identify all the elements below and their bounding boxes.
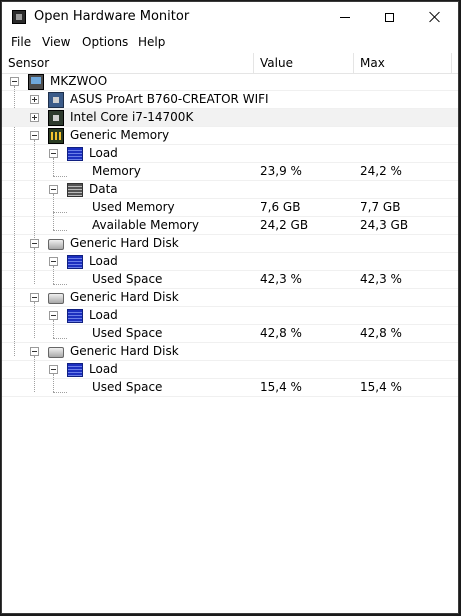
minimize-icon <box>339 16 350 18</box>
tree-node-memory-load[interactable]: Load <box>2 145 458 163</box>
sensor-row[interactable]: Memory 23,9 % 24,2 % <box>2 163 458 181</box>
menu-bar: File View Options Help <box>2 33 458 53</box>
tree-node-disk-load[interactable]: Load <box>2 307 458 325</box>
cpu-icon <box>48 110 64 126</box>
tree-node-computer[interactable]: MKZWOO <box>2 73 458 91</box>
node-label: Load <box>89 146 118 160</box>
hard-disk-icon <box>48 347 64 358</box>
column-sensor[interactable]: Sensor <box>2 53 254 73</box>
close-icon <box>429 11 441 23</box>
collapse-icon[interactable] <box>49 311 58 320</box>
sensor-row[interactable]: Used Space 42,3 % 42,3 % <box>2 271 458 289</box>
sensor-name: Used Memory <box>92 200 175 214</box>
collapse-icon[interactable] <box>30 293 39 302</box>
sensor-max: 24,3 GB <box>360 218 409 232</box>
sensor-row[interactable]: Used Space 42,8 % 42,8 % <box>2 325 458 343</box>
collapse-icon[interactable] <box>30 131 39 140</box>
hard-disk-icon <box>48 239 64 250</box>
tree-node-mainboard[interactable]: ASUS ProArt B760-CREATOR WIFI <box>2 91 458 109</box>
sensor-max: 24,2 % <box>360 164 402 178</box>
column-value[interactable]: Value <box>254 53 354 73</box>
hard-disk-icon <box>48 293 64 304</box>
computer-icon <box>28 74 44 90</box>
maximize-icon <box>385 12 394 22</box>
sensor-max: 42,8 % <box>360 326 402 340</box>
load-icon <box>67 309 83 323</box>
expand-icon[interactable] <box>30 113 39 122</box>
node-label: Generic Hard Disk <box>70 344 179 358</box>
mainboard-icon <box>48 92 64 108</box>
sensor-value: 42,8 % <box>260 326 302 340</box>
memory-icon <box>48 128 64 144</box>
sensor-value: 7,6 GB <box>260 200 301 214</box>
sensor-name: Memory <box>92 164 141 178</box>
window-title: Open Hardware Monitor <box>34 9 190 24</box>
column-max[interactable]: Max <box>354 53 452 73</box>
tree-node-cpu[interactable]: Intel Core i7-14700K <box>2 109 458 127</box>
load-icon <box>67 147 83 161</box>
menu-file[interactable]: File <box>11 35 31 49</box>
node-label: Data <box>89 182 118 196</box>
node-label: MKZWOO <box>50 74 108 88</box>
menu-options[interactable]: Options <box>82 35 128 49</box>
node-label: ASUS ProArt B760-CREATOR WIFI <box>70 92 269 106</box>
menu-view[interactable]: View <box>42 35 70 49</box>
tree-node-hard-disk[interactable]: Generic Hard Disk <box>2 235 458 253</box>
sensor-row[interactable]: Available Memory 24,2 GB 24,3 GB <box>2 217 458 235</box>
node-label: Load <box>89 254 118 268</box>
menu-help[interactable]: Help <box>138 35 165 49</box>
collapse-icon[interactable] <box>49 365 58 374</box>
collapse-icon[interactable] <box>30 347 39 356</box>
tree-node-disk-load[interactable]: Load <box>2 361 458 379</box>
sensor-max: 7,7 GB <box>360 200 401 214</box>
sensor-value: 42,3 % <box>260 272 302 286</box>
sensor-max: 42,3 % <box>360 272 402 286</box>
node-label: Generic Memory <box>70 128 170 142</box>
tree-node-memory[interactable]: Generic Memory <box>2 127 458 145</box>
sensor-max: 15,4 % <box>360 380 402 394</box>
close-button[interactable] <box>412 2 457 32</box>
collapse-icon[interactable] <box>49 149 58 158</box>
collapse-icon[interactable] <box>10 77 19 86</box>
node-label: Load <box>89 308 118 322</box>
column-header: Sensor Value Max <box>2 53 458 74</box>
title-bar[interactable]: Open Hardware Monitor <box>2 2 458 32</box>
minimize-button[interactable] <box>322 2 367 32</box>
tree-node-hard-disk[interactable]: Generic Hard Disk <box>2 289 458 307</box>
sensor-name: Used Space <box>92 326 163 340</box>
app-window: Open Hardware Monitor File View Options … <box>1 1 459 614</box>
load-icon <box>67 255 83 269</box>
sensor-value: 23,9 % <box>260 164 302 178</box>
collapse-icon[interactable] <box>49 185 58 194</box>
sensor-name: Available Memory <box>92 218 199 232</box>
maximize-button[interactable] <box>367 2 412 32</box>
sensor-row[interactable]: Used Space 15,4 % 15,4 % <box>2 379 458 397</box>
tree-node-memory-data[interactable]: Data <box>2 181 458 199</box>
tree-node-disk-load[interactable]: Load <box>2 253 458 271</box>
node-label: Generic Hard Disk <box>70 290 179 304</box>
sensor-row[interactable]: Used Memory 7,6 GB 7,7 GB <box>2 199 458 217</box>
data-icon <box>67 183 83 197</box>
collapse-icon[interactable] <box>49 257 58 266</box>
expand-icon[interactable] <box>30 95 39 104</box>
app-icon <box>12 10 26 24</box>
sensor-value: 15,4 % <box>260 380 302 394</box>
node-label: Load <box>89 362 118 376</box>
collapse-icon[interactable] <box>30 239 39 248</box>
node-label: Intel Core i7-14700K <box>70 110 194 124</box>
tree-node-hard-disk[interactable]: Generic Hard Disk <box>2 343 458 361</box>
load-icon <box>67 363 83 377</box>
sensor-value: 24,2 GB <box>260 218 309 232</box>
node-label: Generic Hard Disk <box>70 236 179 250</box>
sensor-name: Used Space <box>92 380 163 394</box>
sensor-name: Used Space <box>92 272 163 286</box>
